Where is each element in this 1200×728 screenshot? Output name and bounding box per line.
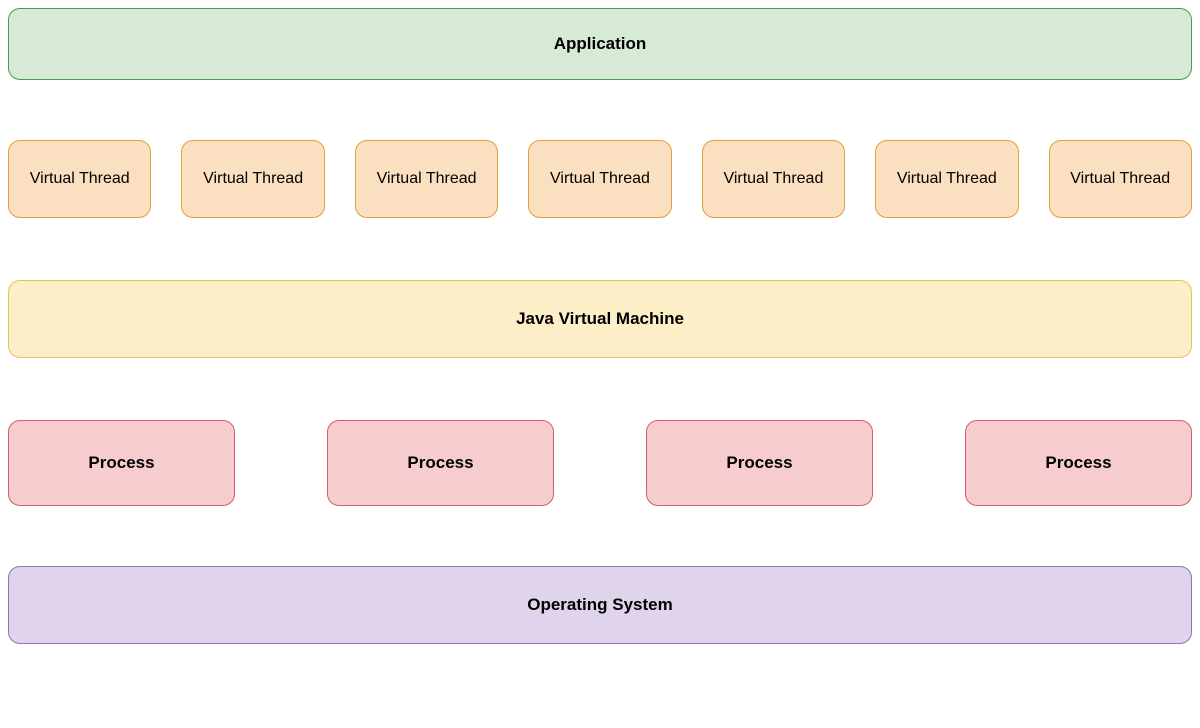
- jvm-layer: Java Virtual Machine: [8, 280, 1192, 358]
- os-layer: Operating System: [8, 566, 1192, 644]
- jvm-box: Java Virtual Machine: [8, 280, 1192, 358]
- virtual-thread-box: Virtual Thread: [355, 140, 498, 218]
- virtual-thread-box: Virtual Thread: [528, 140, 671, 218]
- virtual-thread-box: Virtual Thread: [702, 140, 845, 218]
- process-box: Process: [965, 420, 1192, 506]
- virtual-thread-box: Virtual Thread: [181, 140, 324, 218]
- virtual-thread-box: Virtual Thread: [8, 140, 151, 218]
- processes-layer: Process Process Process Process: [8, 420, 1192, 506]
- virtual-thread-box: Virtual Thread: [1049, 140, 1192, 218]
- application-box: Application: [8, 8, 1192, 80]
- process-box: Process: [8, 420, 235, 506]
- virtual-thread-box: Virtual Thread: [875, 140, 1018, 218]
- os-box: Operating System: [8, 566, 1192, 644]
- application-layer: Application: [8, 8, 1192, 80]
- virtual-threads-layer: Virtual Thread Virtual Thread Virtual Th…: [8, 140, 1192, 218]
- process-box: Process: [327, 420, 554, 506]
- process-box: Process: [646, 420, 873, 506]
